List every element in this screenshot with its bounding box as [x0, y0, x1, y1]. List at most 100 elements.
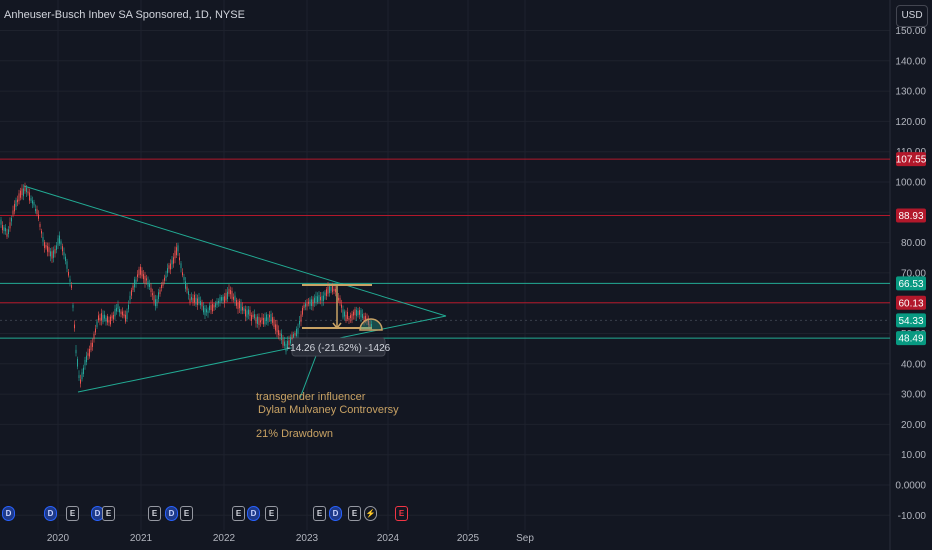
- candle: [302, 308, 303, 315]
- candle: [344, 311, 345, 317]
- earnings-event-icon[interactable]: E: [232, 506, 245, 521]
- candle: [326, 289, 327, 297]
- candle: [74, 324, 75, 329]
- candle: [131, 290, 132, 296]
- candle: [216, 301, 218, 306]
- candle: [86, 355, 87, 363]
- candle: [320, 296, 321, 301]
- candle: [17, 199, 18, 203]
- price-tick-label: 0.0000: [895, 481, 926, 492]
- candle: [257, 316, 258, 324]
- candle: [350, 315, 351, 319]
- price-label: 60.13: [896, 295, 926, 310]
- candle: [110, 316, 111, 325]
- candle: [65, 256, 66, 262]
- candle: [242, 306, 243, 311]
- candle: [147, 281, 149, 287]
- candle: [81, 372, 83, 380]
- earnings-event-icon[interactable]: E: [313, 506, 326, 521]
- candle: [144, 275, 146, 284]
- earnings-event-icon[interactable]: E: [348, 506, 361, 521]
- price-tick-label: 150.00: [895, 26, 926, 37]
- dividend-event-icon[interactable]: D: [2, 506, 15, 521]
- price-chart[interactable]: 150.00140.00130.00120.00110.00100.0090.0…: [0, 0, 932, 550]
- price-tick-label: 30.00: [901, 390, 926, 401]
- candle: [143, 274, 144, 280]
- candle: [179, 257, 180, 261]
- candle: [36, 209, 38, 215]
- currency-button[interactable]: USD: [896, 5, 928, 27]
- candle: [54, 248, 56, 254]
- candle: [165, 275, 167, 279]
- candle: [167, 268, 168, 274]
- candle: [90, 342, 92, 351]
- candle: [353, 311, 354, 316]
- candle: [239, 300, 240, 309]
- candle: [249, 310, 251, 316]
- candle: [111, 315, 113, 319]
- candle: [27, 191, 29, 194]
- candle: [339, 297, 341, 304]
- candle: [314, 297, 315, 304]
- candle: [318, 295, 320, 302]
- candle: [60, 241, 62, 245]
- candle: [213, 304, 215, 308]
- candle: [161, 284, 162, 288]
- time-axis-label: 2025: [457, 533, 480, 544]
- candle: [321, 295, 323, 302]
- candle: [207, 310, 209, 314]
- earnings-event-icon[interactable]: E: [180, 506, 193, 521]
- candle: [338, 297, 339, 301]
- dividend-event-icon[interactable]: D: [44, 506, 57, 521]
- candle: [279, 333, 281, 336]
- candle: [89, 348, 90, 357]
- price-label-text: 88.93: [898, 211, 923, 222]
- candle: [11, 218, 12, 222]
- price-label: 66.53: [896, 276, 926, 291]
- candle: [51, 251, 53, 259]
- candle: [183, 276, 185, 281]
- candle: [300, 314, 302, 323]
- candle: [20, 190, 21, 198]
- candle: [15, 200, 17, 207]
- time-axis-label: Sep: [516, 533, 534, 544]
- earnings-event-icon[interactable]: E: [66, 506, 79, 521]
- candle: [206, 309, 207, 313]
- candle: [122, 311, 123, 316]
- candle: [272, 317, 273, 323]
- candle: [335, 289, 336, 293]
- earnings-event-icon[interactable]: E: [148, 506, 161, 521]
- earnings-event-icon[interactable]: E: [265, 506, 278, 521]
- candle: [158, 292, 159, 300]
- price-label: 54.33: [896, 313, 926, 328]
- candle: [2, 225, 3, 231]
- candle: [173, 257, 174, 264]
- split-event-icon[interactable]: ⚡: [364, 506, 377, 521]
- candle: [72, 305, 74, 308]
- candle: [363, 316, 365, 321]
- time-axis-label: 2022: [213, 533, 236, 544]
- candle: [198, 297, 200, 304]
- earnings-event-icon[interactable]: E: [102, 506, 115, 521]
- dividend-event-icon[interactable]: D: [247, 506, 260, 521]
- candle: [113, 314, 114, 320]
- candle: [92, 342, 93, 347]
- price-tick-label: 80.00: [901, 238, 926, 249]
- candle: [296, 328, 297, 337]
- dividend-event-icon[interactable]: D: [329, 506, 342, 521]
- price-tick-label: 120.00: [895, 117, 926, 128]
- candle: [149, 283, 150, 288]
- candle: [137, 274, 138, 277]
- price-label: 107.55: [896, 152, 927, 167]
- candle: [225, 293, 227, 301]
- candle: [281, 333, 282, 340]
- earnings-event-icon[interactable]: E: [395, 506, 408, 521]
- candle: [83, 367, 84, 374]
- candle: [155, 299, 156, 307]
- candle: [146, 278, 147, 281]
- candle: [218, 301, 219, 304]
- candle: [227, 291, 228, 300]
- dividend-event-icon[interactable]: D: [165, 506, 178, 521]
- candle: [78, 375, 80, 379]
- candle: [273, 319, 275, 328]
